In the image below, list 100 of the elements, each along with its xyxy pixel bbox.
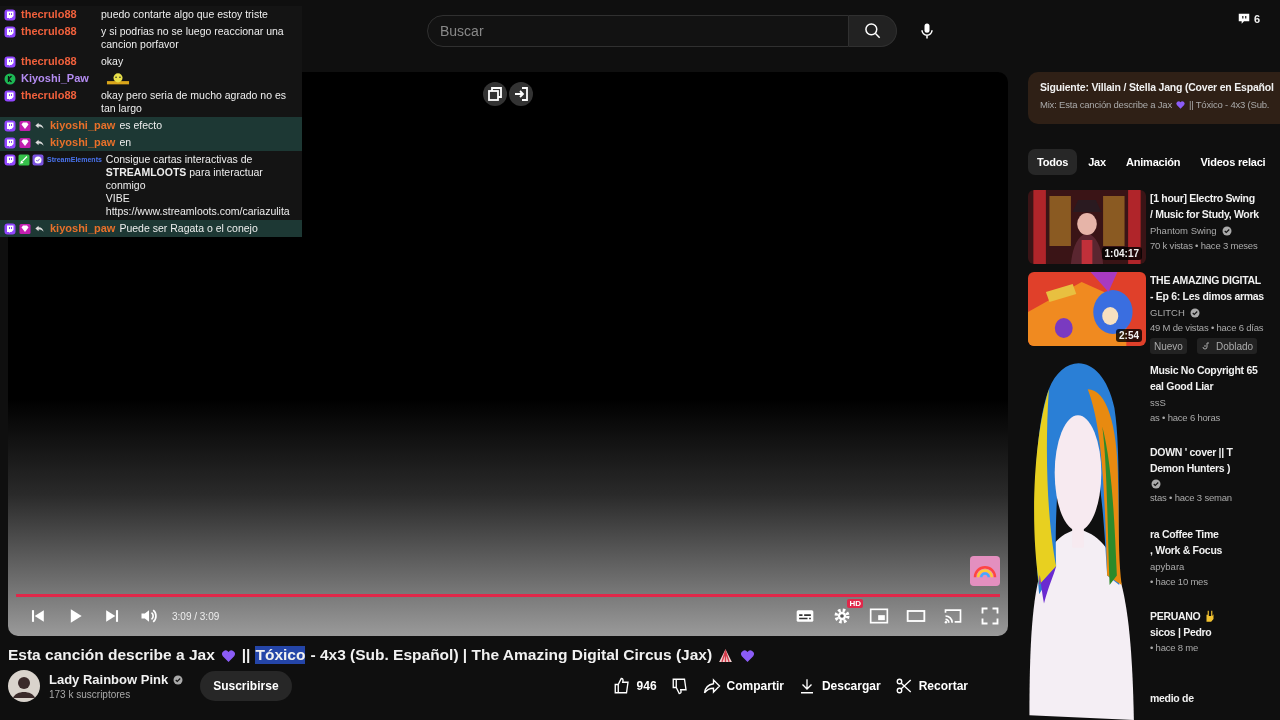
chat-icon — [1236, 12, 1251, 26]
channel-avatar[interactable] — [8, 670, 40, 702]
video-duration: 1:04:17 — [1101, 247, 1142, 260]
share-button[interactable]: Compartir — [702, 677, 784, 695]
up-next-card[interactable]: Siguiente: Villain / Stella Jang (Cover en Español Mix: Esta canción describe a Jax || Tóxico - 4x3 (Sub. — [1028, 72, 1280, 124]
chat-username: thecrulo88 — [21, 89, 77, 102]
channel-name[interactable]: GLITCH — [1150, 306, 1185, 320]
video-title[interactable]: / Music for Study, Work — [1150, 206, 1259, 222]
filter-chip[interactable]: Jax — [1079, 149, 1115, 175]
up-next-title: Siguiente: Villain / Stella Jang (Cover en Español — [1040, 81, 1275, 93]
video-stats: 49 M de vistas • hace 6 días — [1150, 321, 1264, 335]
chat-text: okay — [101, 55, 124, 68]
miniplayer-icon[interactable] — [869, 606, 889, 626]
chat-username: kiyoshi_paw — [50, 222, 116, 235]
filter-chip[interactable]: Videos relaci — [1191, 149, 1275, 175]
video-stats: 70 k vistas • hace 3 meses — [1150, 239, 1259, 253]
video-title[interactable]: [1 hour] Electro Swing — [1150, 190, 1255, 206]
sign-in-icon[interactable] — [509, 82, 533, 106]
title-text: Tóxico — [255, 646, 306, 664]
subscribe-button[interactable]: Suscribirse — [200, 671, 292, 701]
like-button[interactable]: 946 — [612, 677, 657, 695]
copy-icon[interactable] — [483, 82, 507, 106]
chat-username: kiyoshi_paw — [50, 119, 116, 132]
twitch-badge-icon — [4, 136, 16, 149]
video-title[interactable]: - Ep 6: Les dimos armas — [1150, 288, 1264, 304]
search-icon — [862, 21, 883, 41]
video-tag: Doblado — [1196, 338, 1258, 354]
twitch-badge-icon — [4, 25, 16, 38]
channel-name[interactable]: ssS — [1150, 396, 1166, 410]
twitch-badge-icon — [4, 153, 16, 166]
video-title[interactable]: Music No Copyright 65 — [1150, 362, 1258, 378]
verified-badge-icon — [32, 153, 44, 166]
reply-icon — [34, 120, 45, 131]
video-title[interactable]: ra Coffee Time — [1150, 526, 1219, 542]
twitch-badge-icon — [4, 119, 16, 132]
chat-username: thecrulo88 — [21, 55, 77, 68]
title-text: - 4x3 (Sub. Español) | The Amazing Digital Circus (Jax) — [310, 646, 713, 664]
reply-icon — [34, 137, 45, 148]
chat-username: Kiyoshi_Paw — [21, 72, 89, 85]
video-title[interactable]: PERUANO — [1150, 608, 1201, 624]
chat-username: kiyoshi_paw — [50, 136, 116, 149]
video-stats: • hace 10 mes — [1150, 575, 1209, 589]
dislike-icon — [670, 677, 689, 695]
like-icon — [612, 677, 631, 695]
chat-text: es efecto — [119, 119, 163, 132]
subscriber-count: 173 k suscriptores — [49, 689, 132, 700]
share-icon — [702, 677, 721, 695]
twitch-badge-icon — [4, 55, 16, 68]
title-text: || — [241, 646, 251, 664]
channel-name[interactable]: Lady Rainbow Pink — [49, 672, 169, 687]
cast-icon[interactable] — [943, 606, 963, 626]
title-text: || Tóxico - 4x3 (Sub. — [1188, 99, 1270, 110]
chat-text: okay pero seria de mucho agrado no es tan largo — [101, 89, 288, 115]
video-title[interactable]: , Work & Focus — [1150, 542, 1223, 558]
reply-icon — [34, 223, 45, 234]
channel-name[interactable]: Phantom Swing — [1150, 224, 1217, 238]
title-text: Mix: Esta canción describe a Jax — [1040, 99, 1172, 110]
chat-username: thecrulo88 — [21, 25, 77, 38]
chat-username: thecrulo88 — [21, 8, 77, 21]
filter-chip[interactable]: Animación — [1116, 149, 1190, 175]
chat-count: 6 — [1253, 13, 1260, 25]
video-title[interactable]: eal Good Liar — [1150, 378, 1214, 394]
dislike-button[interactable] — [670, 677, 689, 695]
fullscreen-icon[interactable] — [980, 606, 1000, 626]
video-title[interactable]: Demon Hunters ) — [1150, 460, 1231, 476]
gem-badge-icon — [19, 222, 31, 235]
heart-icon — [1174, 99, 1186, 110]
settings-icon[interactable] — [832, 606, 852, 626]
title-text: Esta canción describe a Jax — [8, 646, 215, 664]
time-display: 3:09 / 3:09 — [172, 610, 220, 622]
twitch-badge-icon — [4, 8, 16, 21]
video-title[interactable]: sicos | Pedro — [1150, 624, 1212, 640]
chat-text: Puede ser Ragata o el conejo — [119, 222, 258, 235]
video-title[interactable]: THE AMAZING DIGITAL — [1150, 272, 1261, 288]
clip-button[interactable]: Recortar — [894, 677, 968, 695]
filter-chip[interactable]: Todos — [1028, 149, 1078, 175]
download-button[interactable]: Descargar — [797, 677, 881, 695]
video-stats: stas • hace 3 seman — [1150, 491, 1233, 505]
scissors-icon — [894, 677, 913, 695]
channel-name[interactable]: apybara — [1150, 560, 1185, 574]
gem-badge-icon — [19, 119, 31, 132]
hd-badge: HD — [847, 599, 863, 608]
chat-text: puedo contarte algo que estoy triste — [101, 8, 268, 21]
chat-text: Consigue cartas interactivas de STREAMLOOTS para interactuar conmigo VIBE https://www.streamloots.com/cariazulita — [105, 153, 291, 218]
video-duration: 2:54 — [1116, 329, 1142, 342]
video-title[interactable]: DOWN ' cover || T — [1150, 444, 1233, 460]
search-button[interactable] — [849, 15, 897, 47]
video-stats: • hace 8 me — [1150, 641, 1200, 655]
twitch-badge-icon — [4, 222, 16, 235]
rainbow-sticker-icon — [970, 556, 1000, 586]
tent-icon — [717, 646, 735, 664]
chat-text: en — [119, 136, 132, 149]
twitch-badge-icon — [4, 89, 16, 102]
video-tag: Nuevo — [1150, 338, 1187, 354]
sword-badge-icon — [18, 153, 30, 166]
video-stats: as • hace 6 horas — [1150, 411, 1222, 425]
gem-badge-icon — [19, 136, 31, 149]
search-field[interactable]: Buscar — [427, 15, 849, 47]
video-title[interactable]: medio de — [1150, 690, 1194, 706]
chat-text: y si podrias no se luego reaccionar una cancion porfavor — [101, 25, 285, 51]
